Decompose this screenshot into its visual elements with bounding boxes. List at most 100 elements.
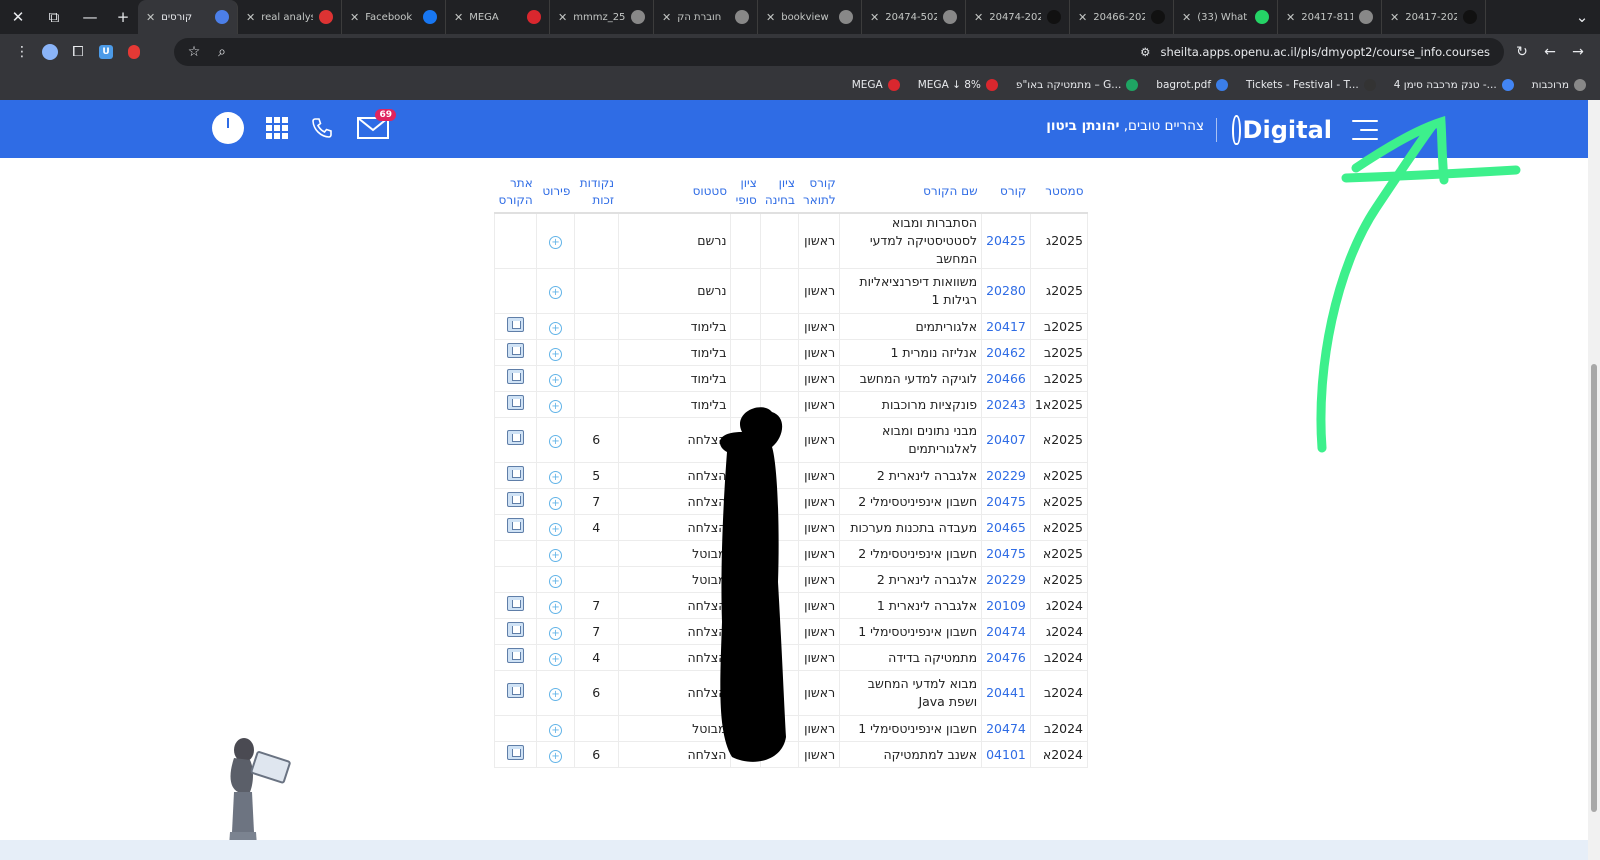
course-site-icon[interactable] <box>507 342 525 358</box>
course-site-icon[interactable] <box>507 517 525 533</box>
browser-tab[interactable]: ✕ 20474-202 <box>966 0 1070 34</box>
browser-tab[interactable]: ✕ 20417-202 <box>1382 0 1486 34</box>
browser-tab[interactable]: ✕ 20466-202 <box>1070 0 1174 34</box>
details-plus-icon[interactable]: + <box>549 600 563 614</box>
course-code-link[interactable]: 20407 <box>981 417 1031 464</box>
extensions-icon[interactable]: ⧠ <box>64 38 92 66</box>
browser-tab[interactable]: ✕ real analys <box>238 0 342 34</box>
bookmark-item[interactable]: מרוכבות <box>1532 79 1586 91</box>
close-tab-icon[interactable]: ✕ <box>974 11 983 24</box>
course-code-link[interactable]: 20474 <box>981 618 1031 646</box>
course-code-link[interactable]: 20243 <box>981 391 1031 419</box>
page-scrollbar[interactable] <box>1588 100 1600 860</box>
details-plus-icon[interactable]: + <box>549 286 563 300</box>
column-header-credits[interactable]: נקודות זכות <box>574 171 619 214</box>
details-plus-icon[interactable]: + <box>549 496 563 510</box>
tab-search-icon[interactable]: ⌄ <box>1564 0 1600 34</box>
profile-avatar-icon[interactable] <box>36 38 64 66</box>
course-site-icon[interactable] <box>507 491 525 507</box>
url-text[interactable]: sheilta.apps.openu.ac.il/pls/dmyopt2/cou… <box>1160 45 1490 59</box>
course-site-icon[interactable] <box>507 621 525 637</box>
close-window-icon[interactable]: ✕ <box>0 0 36 34</box>
mail-button[interactable]: 69 <box>356 109 396 141</box>
bookmark-item[interactable]: MEGA ↓ 8% <box>918 79 998 91</box>
column-header-site[interactable]: אתר הקורס <box>494 171 537 214</box>
close-tab-icon[interactable]: ✕ <box>246 11 255 24</box>
close-tab-icon[interactable]: ✕ <box>558 11 567 24</box>
zoom-icon[interactable]: ⌕ <box>208 38 236 66</box>
new-tab-icon[interactable]: + <box>108 0 138 34</box>
browser-tab[interactable]: ✕ 20417-811 <box>1278 0 1382 34</box>
address-bar[interactable]: ⚙ sheilta.apps.openu.ac.il/pls/dmyopt2/c… <box>174 38 1504 66</box>
browser-tab[interactable]: ✕ mmmz_25 <box>550 0 654 34</box>
details-plus-icon[interactable]: + <box>549 688 563 702</box>
course-code-link[interactable]: 20476 <box>981 644 1031 672</box>
course-site-icon[interactable] <box>507 394 525 410</box>
close-tab-icon[interactable]: ✕ <box>1078 11 1087 24</box>
bookmark-item[interactable]: bagrot.pdf <box>1156 79 1229 91</box>
close-tab-icon[interactable]: ✕ <box>1286 11 1295 24</box>
close-tab-icon[interactable]: ✕ <box>870 11 879 24</box>
details-plus-icon[interactable]: + <box>549 347 563 361</box>
course-site-icon[interactable] <box>507 430 525 446</box>
forward-arrow-icon[interactable]: → <box>1564 38 1592 66</box>
back-arrow-icon[interactable]: ← <box>1536 38 1564 66</box>
close-tab-icon[interactable]: ✕ <box>662 11 671 24</box>
details-plus-icon[interactable]: + <box>549 626 563 640</box>
column-header-final[interactable]: ציון סופי <box>730 171 761 214</box>
course-code-link[interactable]: 20229 <box>981 566 1031 594</box>
close-tab-icon[interactable]: ✕ <box>454 11 463 24</box>
details-plus-icon[interactable]: + <box>549 749 563 763</box>
details-plus-icon[interactable]: + <box>549 522 563 536</box>
browser-tab[interactable]: ✕ (33) What <box>1174 0 1278 34</box>
course-code-link[interactable]: 20474 <box>981 715 1031 743</box>
restore-window-icon[interactable]: ⧉ <box>36 0 72 34</box>
browser-tab[interactable]: ✕ Facebook <box>342 0 446 34</box>
close-tab-icon[interactable]: ✕ <box>146 11 155 24</box>
course-site-icon[interactable] <box>507 744 525 760</box>
apps-grid-icon[interactable] <box>266 117 288 139</box>
course-site-icon[interactable] <box>507 595 525 611</box>
column-header-semester[interactable]: סמסטר <box>1030 171 1088 214</box>
details-plus-icon[interactable]: + <box>549 574 563 588</box>
course-site-icon[interactable] <box>507 368 525 384</box>
scroll-thumb[interactable] <box>1591 364 1597 812</box>
column-header-exam[interactable]: ציון בחינה <box>760 171 799 214</box>
browser-tab[interactable]: ✕ חוברת הק <box>654 0 758 34</box>
minimize-window-icon[interactable]: — <box>72 0 108 34</box>
details-plus-icon[interactable]: + <box>549 548 563 562</box>
phone-icon[interactable] <box>310 116 334 140</box>
course-code-link[interactable]: 20109 <box>981 592 1031 620</box>
details-plus-icon[interactable]: + <box>549 373 563 387</box>
reload-icon[interactable]: ↻ <box>1508 38 1536 66</box>
close-tab-icon[interactable]: ✕ <box>1182 11 1191 24</box>
details-plus-icon[interactable]: + <box>549 723 563 737</box>
course-code-link[interactable]: 20417 <box>981 313 1031 341</box>
browser-tab[interactable]: ✕ MEGA <box>446 0 550 34</box>
column-header-details[interactable]: פירוט <box>536 171 575 214</box>
course-code-link[interactable]: 20280 <box>981 268 1031 315</box>
bookmark-item[interactable]: מתמטיקה באו"פ – G... <box>1016 79 1139 91</box>
bookmark-item[interactable]: MEGA <box>852 79 900 91</box>
course-code-link[interactable]: 20229 <box>981 462 1031 490</box>
column-header-degree[interactable]: קורס לתואר <box>798 171 840 214</box>
course-code-link[interactable]: 20475 <box>981 488 1031 516</box>
column-header-status[interactable]: סטטוס <box>618 171 731 214</box>
extension-red-icon[interactable] <box>120 38 148 66</box>
bookmark-star-icon[interactable]: ☆ <box>180 38 208 66</box>
details-plus-icon[interactable]: + <box>549 399 563 413</box>
column-header-code[interactable]: קורס <box>981 171 1031 214</box>
details-plus-icon[interactable]: + <box>549 435 563 449</box>
course-code-link[interactable]: 20441 <box>981 670 1031 717</box>
course-site-icon[interactable] <box>507 683 525 699</box>
browser-tab[interactable]: ✕ קורסים <box>138 0 238 34</box>
course-site-icon[interactable] <box>507 465 525 481</box>
close-tab-icon[interactable]: ✕ <box>1390 11 1399 24</box>
course-code-link[interactable]: 20475 <box>981 540 1031 568</box>
details-plus-icon[interactable]: + <box>549 470 563 484</box>
course-site-icon[interactable] <box>507 647 525 663</box>
column-header-name[interactable]: שם הקורס <box>839 171 982 214</box>
browser-tab[interactable]: ✕ 20474-502 <box>862 0 966 34</box>
course-site-icon[interactable] <box>507 316 525 332</box>
site-settings-icon[interactable]: ⚙ <box>1140 45 1150 59</box>
